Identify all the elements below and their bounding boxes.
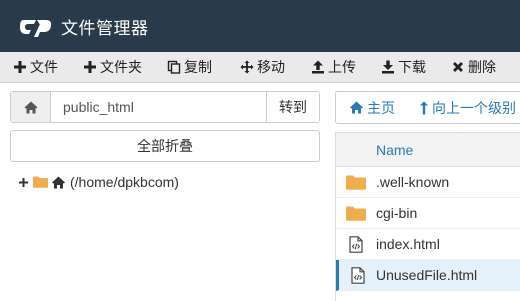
download-button[interactable]: 下载 — [381, 57, 426, 77]
table-row[interactable]: cgi-bin — [336, 198, 520, 229]
up-one-level-label: 向上一个级别 — [432, 100, 516, 117]
table-row[interactable]: index.html — [336, 229, 520, 260]
go-button[interactable]: 转到 — [266, 92, 319, 122]
up-one-level-button[interactable]: 向上一个级别 — [419, 98, 516, 118]
delete-label: 删除 — [468, 60, 496, 76]
new-file-button[interactable]: 文件 — [13, 57, 58, 77]
upload-button[interactable]: 上传 — [311, 57, 356, 77]
new-folder-button[interactable]: 文件夹 — [83, 57, 142, 77]
file-name: UnusedFile.html — [376, 267, 478, 283]
move-arrows-icon — [240, 60, 254, 74]
upload-icon — [311, 60, 325, 74]
home-icon — [51, 176, 66, 189]
plus-icon — [83, 60, 97, 74]
new-folder-label: 文件夹 — [100, 60, 142, 76]
file-name: cgi-bin — [376, 205, 418, 221]
file-table: Name .well-known cgi-bin index.html Unus… — [335, 132, 520, 301]
folder-icon — [336, 175, 376, 190]
tree-root-label: (/home/dpkbcom) — [70, 174, 179, 190]
cpanel-logo — [20, 20, 52, 37]
home-icon — [24, 101, 37, 113]
table-row[interactable]: .well-known — [336, 167, 520, 198]
new-file-label: 文件 — [30, 60, 58, 76]
file-name: index.html — [376, 236, 440, 252]
copy-label: 复制 — [184, 60, 212, 76]
app-title: 文件管理器 — [61, 18, 149, 39]
folder-icon — [336, 206, 376, 221]
times-icon — [451, 60, 465, 74]
home-nav-label: 主页 — [367, 100, 395, 117]
collapse-all-button[interactable]: 全部折叠 — [10, 130, 320, 162]
top-header: 文件管理器 — [0, 0, 520, 52]
table-row-selected[interactable]: UnusedFile.html — [336, 260, 520, 291]
html-file-icon — [339, 266, 376, 284]
tree-root-item[interactable]: (/home/dpkbcom) — [19, 174, 179, 190]
toolbar: 文件 文件夹 复制 移动 上传 下载 删除 — [0, 52, 520, 83]
level-up-icon — [420, 101, 428, 114]
file-name: .well-known — [376, 174, 450, 190]
path-home-button[interactable] — [11, 92, 51, 122]
path-input[interactable] — [51, 92, 266, 122]
expand-plus-icon[interactable] — [19, 177, 28, 187]
html-file-icon — [336, 235, 376, 253]
folder-icon — [33, 176, 48, 188]
copy-button[interactable]: 复制 — [167, 57, 212, 77]
download-icon — [381, 60, 395, 74]
download-label: 下载 — [398, 60, 426, 76]
move-button[interactable]: 移动 — [240, 57, 285, 77]
plus-icon — [13, 60, 27, 74]
copy-icon — [167, 60, 181, 74]
file-nav-bar: 主页 向上一个级别 — [335, 91, 520, 124]
column-header-name[interactable]: Name — [336, 132, 520, 167]
path-bar: 转到 — [10, 91, 320, 123]
delete-button[interactable]: 删除 — [451, 57, 496, 77]
home-nav-button[interactable]: 主页 — [349, 98, 395, 118]
home-icon — [350, 101, 363, 114]
move-label: 移动 — [257, 60, 285, 76]
upload-label: 上传 — [328, 60, 356, 76]
